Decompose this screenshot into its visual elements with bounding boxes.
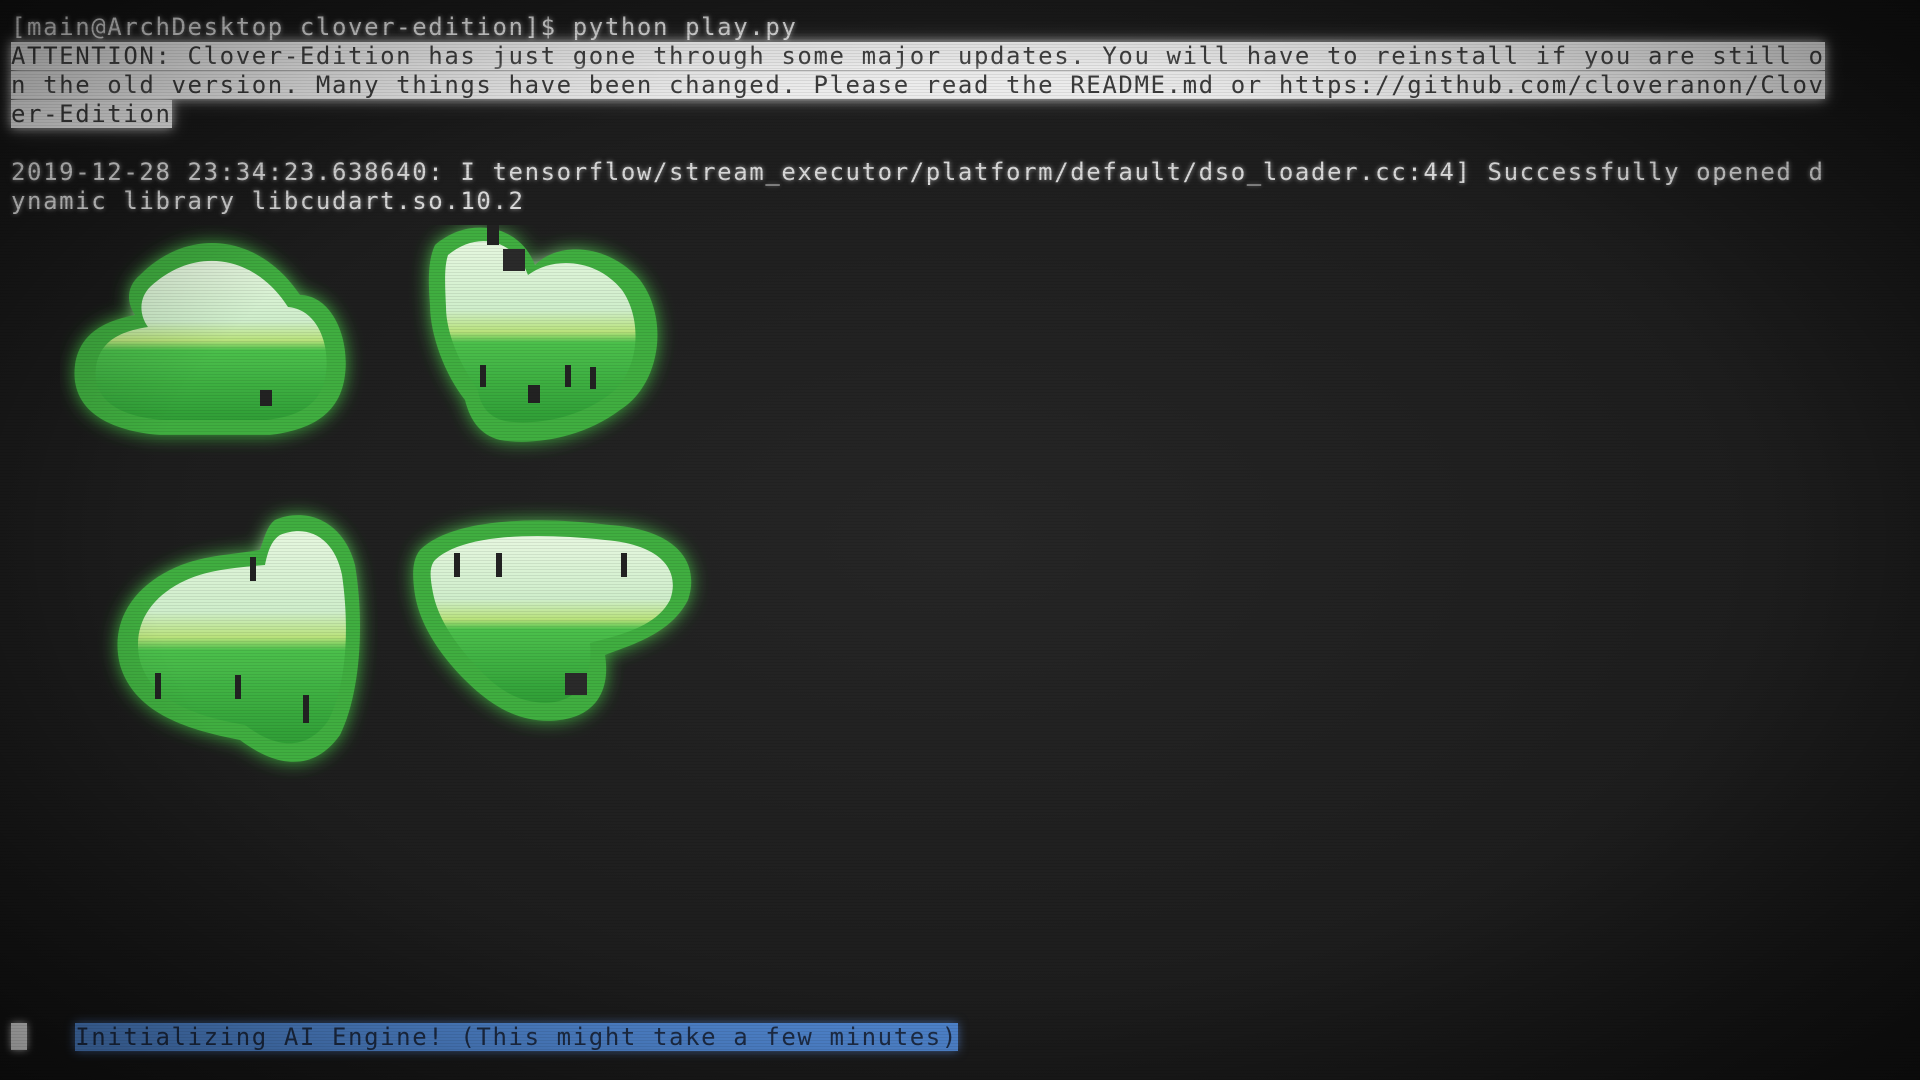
status-message: Initializing AI Engine! (This might take… [75, 1023, 958, 1051]
attention-line-2: n the old version. Many things have been… [11, 71, 1825, 99]
command-prompt-line: [main@ArchDesktop clover-edition]$ pytho… [11, 13, 798, 41]
attention-line-3: er-Edition [11, 100, 172, 128]
attention-line-1: ATTENTION: Clover-Edition has just gone … [11, 42, 1825, 70]
terminal-cursor[interactable] [11, 1023, 27, 1050]
terminal-screen: [main@ArchDesktop clover-edition]$ pytho… [0, 0, 1920, 1080]
log-line-2: ynamic library libcudart.so.10.2 [11, 187, 525, 215]
log-line-1: 2019-12-28 23:34:23.638640: I tensorflow… [11, 158, 1825, 186]
terminal-output: [main@ArchDesktop clover-edition]$ pytho… [11, 13, 1911, 1006]
